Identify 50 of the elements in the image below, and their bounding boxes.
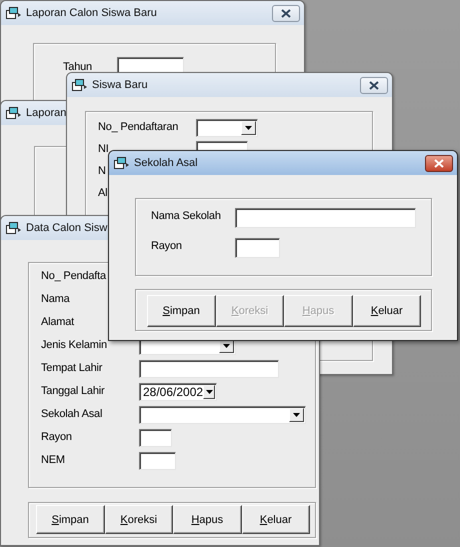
text-field[interactable]	[139, 452, 176, 470]
window-icon	[6, 6, 22, 20]
text-field[interactable]	[235, 208, 416, 228]
field-label: NI	[98, 143, 109, 156]
field-label: Tempat Lahir	[41, 362, 102, 375]
close-icon	[369, 80, 379, 90]
field-label: Nama Sekolah	[151, 210, 221, 223]
window-icon	[6, 106, 22, 120]
form-button[interactable]: Simpan	[36, 505, 104, 534]
field-label: Tanggal Lahir	[41, 385, 104, 398]
form-button[interactable]: Simpan	[147, 295, 216, 327]
dropdown-field[interactable]	[196, 119, 258, 137]
field-label: NEM	[41, 454, 65, 467]
field-label: Nama	[41, 293, 70, 306]
form-button[interactable]: Keluar	[242, 505, 310, 534]
field-label: Alamat	[41, 316, 74, 329]
caret-icon	[206, 390, 213, 394]
field-label: Rayon	[41, 431, 72, 444]
text-field[interactable]	[139, 360, 279, 378]
window-icon	[6, 222, 22, 234]
text-field[interactable]	[139, 429, 172, 447]
field-label: N	[98, 165, 106, 178]
window-icon	[72, 78, 88, 92]
close-icon	[281, 8, 291, 18]
form-button[interactable]: Koreksi	[104, 505, 173, 534]
close-icon	[434, 158, 444, 168]
dropdown-field[interactable]	[139, 406, 306, 424]
window-title: Siswa Baru	[92, 79, 149, 91]
window-title: Sekolah Asal	[134, 157, 199, 169]
field-label: No_ Pendafta	[41, 270, 106, 283]
close-button[interactable]	[360, 76, 388, 94]
form-button[interactable]: Keluar	[352, 295, 421, 327]
form-button[interactable]: Hapus	[173, 505, 242, 534]
close-button[interactable]	[272, 4, 300, 22]
window-icon	[114, 156, 130, 170]
window-title: Laporan Calon Siswa Baru	[26, 7, 158, 19]
field-label: No_ Pendaftaran	[98, 121, 178, 134]
field-label: Rayon	[151, 240, 182, 253]
caret-icon	[223, 344, 230, 348]
field-label: Sekolah Asal	[41, 408, 102, 421]
caret-icon	[245, 126, 252, 130]
field-label: Tahun	[63, 61, 92, 74]
close-button[interactable]	[425, 154, 453, 172]
field-label: Al	[98, 187, 108, 200]
window-title: Laporan	[26, 107, 68, 119]
caret-icon	[293, 413, 300, 417]
text-field[interactable]	[235, 238, 280, 258]
window-title: Data Calon Sisw	[26, 222, 108, 234]
dropdown-field[interactable]: 28/06/2002	[139, 383, 217, 401]
field-label: Jenis Kelamin	[41, 339, 107, 352]
